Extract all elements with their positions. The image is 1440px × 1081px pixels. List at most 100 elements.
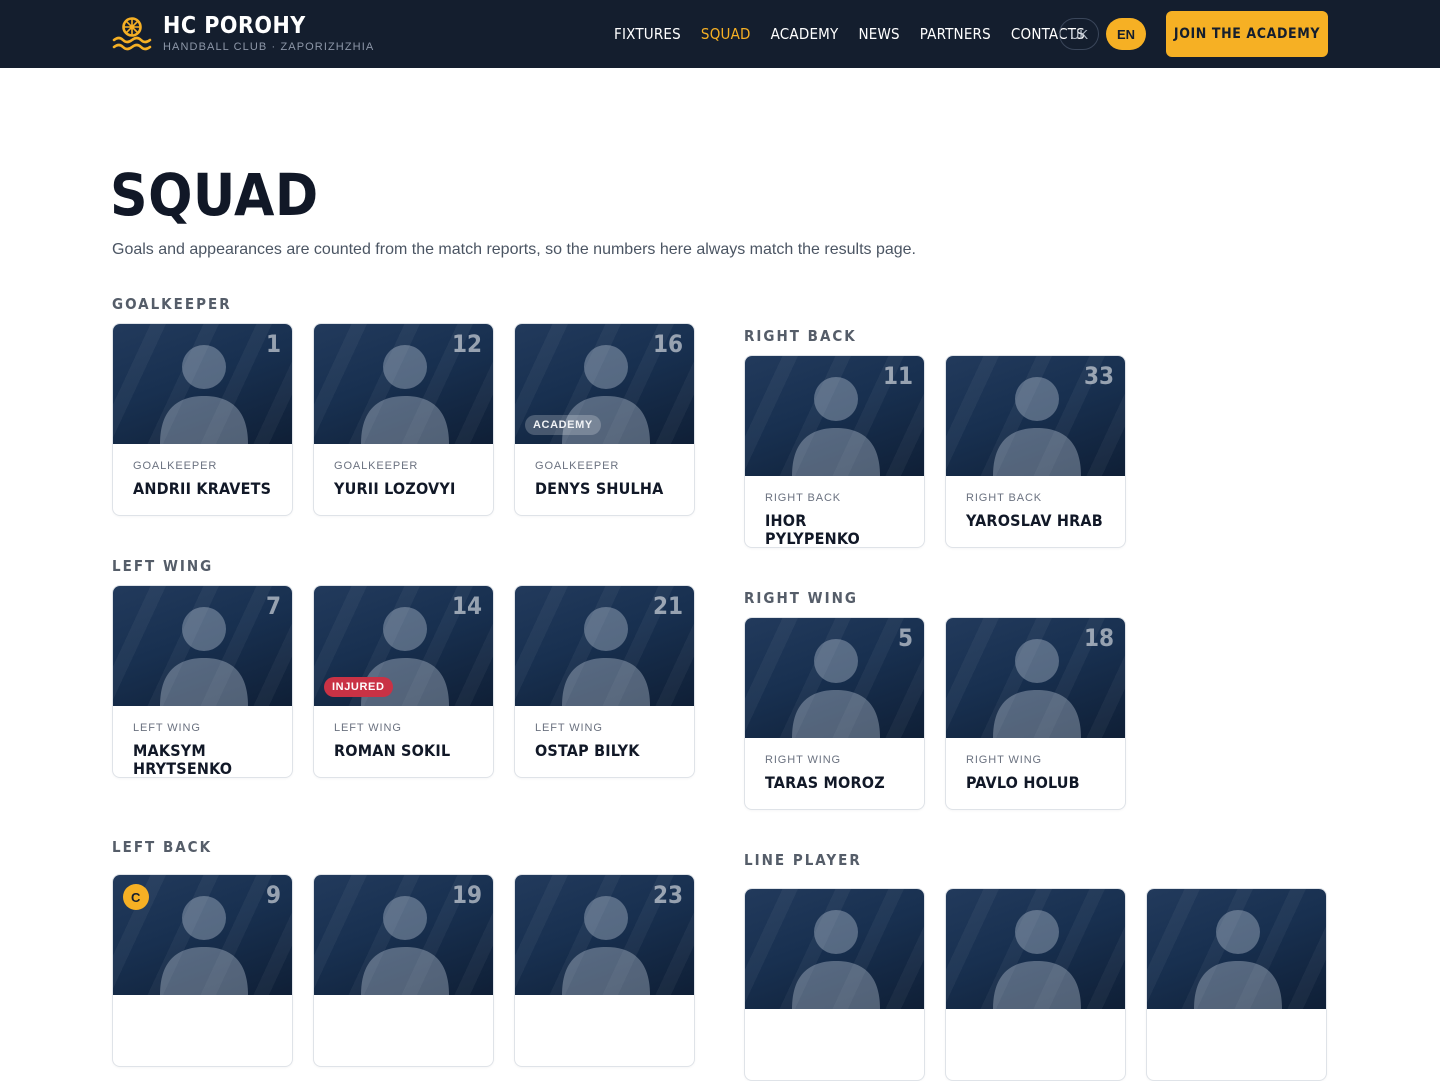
language-en-button[interactable]: EN xyxy=(1106,18,1146,50)
player-info: LEFT WING MAKSYM HRYTSENKO xyxy=(113,706,292,778)
player-number: 33 xyxy=(1083,362,1114,390)
player-silhouette-icon xyxy=(1194,910,1282,1009)
player-position: GOALKEEPER xyxy=(334,460,419,472)
player-photo: 16 ACADEMY xyxy=(515,324,694,444)
player-name: OSTAP BILYK xyxy=(535,741,640,760)
brand[interactable]: HC POROHY HANDBALL CLUB · ZAPORIZHZHIA xyxy=(112,14,374,54)
nav-academy[interactable]: ACADEMY xyxy=(771,25,839,43)
section-title: RIGHT WING xyxy=(744,589,858,607)
brand-subtitle: HANDBALL CLUB · ZAPORIZHZHIA xyxy=(163,41,375,53)
player-photo: 14 INJURED xyxy=(314,586,493,706)
player-card[interactable]: 14 INJURED LEFT WING ROMAN SOKIL xyxy=(313,585,494,778)
captain-badge: C xyxy=(123,884,149,910)
player-photo: 33 xyxy=(946,356,1125,476)
player-card[interactable]: 5 RIGHT WING TARAS MOROZ xyxy=(744,617,925,810)
player-cards: 1 GOALKEEPER ANDRII KRAVETS 12 GOALKEEPER YUR… xyxy=(112,323,715,516)
player-info xyxy=(314,995,493,1011)
section-line-player: LINE PLAYER xyxy=(744,851,1327,1081)
player-silhouette-icon xyxy=(993,377,1081,476)
player-number: 16 xyxy=(652,330,683,358)
player-number: 18 xyxy=(1083,624,1114,652)
player-card[interactable] xyxy=(945,888,1126,1081)
player-position: RIGHT BACK xyxy=(966,492,1043,504)
player-position: LEFT WING xyxy=(334,722,402,734)
nav-fixtures[interactable]: FIXTURES xyxy=(614,25,681,43)
player-card[interactable]: 33 RIGHT BACK YAROSLAV HRAB xyxy=(945,355,1126,548)
player-photo: 18 xyxy=(946,618,1125,738)
player-cards: 11 RIGHT BACK IHOR PYLYPENKO 33 RIGHT BACK YA… xyxy=(744,355,1146,548)
player-card[interactable]: 12 GOALKEEPER YURII LOZOVYI xyxy=(313,323,494,516)
player-photo: 19 xyxy=(314,875,493,995)
player-info: RIGHT WING PAVLO HOLUB xyxy=(946,738,1125,792)
injured-badge: INJURED xyxy=(324,677,393,697)
player-position: GOALKEEPER xyxy=(133,460,218,472)
site-header: HC POROHY HANDBALL CLUB · ZAPORIZHZHIA F… xyxy=(0,0,1440,68)
player-info xyxy=(515,995,694,1011)
nav-squad[interactable]: SQUAD xyxy=(701,25,751,43)
player-photo: 9C xyxy=(113,875,292,995)
player-photo: 1 xyxy=(113,324,292,444)
player-card[interactable] xyxy=(744,888,925,1081)
player-card[interactable]: 11 RIGHT BACK IHOR PYLYPENKO xyxy=(744,355,925,548)
player-name: IHOR PYLYPENKO xyxy=(765,511,860,548)
player-number: 7 xyxy=(265,592,281,620)
player-card[interactable]: 7 LEFT WING MAKSYM HRYTSENKO xyxy=(112,585,293,778)
player-info: RIGHT WING TARAS MOROZ xyxy=(745,738,924,792)
player-photo: 21 xyxy=(515,586,694,706)
player-name: PAVLO HOLUB xyxy=(966,773,1080,792)
player-card[interactable]: 19 xyxy=(313,874,494,1067)
language-uk-button[interactable]: UK xyxy=(1059,18,1099,50)
nav-partners[interactable]: PARTNERS xyxy=(920,25,991,43)
player-card[interactable]: 9C xyxy=(112,874,293,1067)
player-silhouette-icon xyxy=(792,910,880,1009)
player-silhouette-icon xyxy=(361,896,449,995)
section-title: RIGHT BACK xyxy=(744,327,857,345)
player-number: 9 xyxy=(265,881,281,909)
player-card[interactable]: 16 ACADEMY GOALKEEPER DENYS SHULHA xyxy=(514,323,695,516)
player-silhouette-icon xyxy=(562,896,650,995)
player-photo: 11 xyxy=(745,356,924,476)
player-photo xyxy=(1147,889,1326,1009)
player-info xyxy=(946,1009,1125,1025)
nav-news[interactable]: NEWS xyxy=(858,25,899,43)
player-photo: 7 xyxy=(113,586,292,706)
player-number: 12 xyxy=(451,330,482,358)
brand-name: HC POROHY xyxy=(163,13,306,39)
player-card[interactable]: 21 LEFT WING OSTAP BILYK xyxy=(514,585,695,778)
section-title: LEFT WING xyxy=(112,557,214,575)
section-right-back: RIGHT BACK 11 RIGHT BACK IHOR PYLYPENKO 33 R… xyxy=(744,327,1126,548)
player-name: ANDRII KRAVETS xyxy=(133,479,272,498)
player-photo: 23 xyxy=(515,875,694,995)
player-position: RIGHT WING xyxy=(966,754,1043,766)
player-silhouette-icon xyxy=(160,607,248,706)
player-info: RIGHT BACK IHOR PYLYPENKO xyxy=(745,476,924,548)
player-card[interactable]: 18 RIGHT WING PAVLO HOLUB xyxy=(945,617,1126,810)
player-position: RIGHT BACK xyxy=(765,492,842,504)
player-info xyxy=(1147,1009,1326,1025)
player-photo xyxy=(745,889,924,1009)
player-info: GOALKEEPER ANDRII KRAVETS xyxy=(113,444,292,498)
player-card[interactable]: 23 xyxy=(514,874,695,1067)
player-card[interactable] xyxy=(1146,888,1327,1081)
section-title: LINE PLAYER xyxy=(744,851,862,869)
player-number: 11 xyxy=(882,362,913,390)
player-silhouette-icon xyxy=(562,607,650,706)
section-title: LEFT BACK xyxy=(112,838,213,856)
player-number: 21 xyxy=(652,592,683,620)
player-cards: 5 RIGHT WING TARAS MOROZ 18 RIGHT WING PAVLO … xyxy=(744,617,1146,810)
player-position: LEFT WING xyxy=(535,722,603,734)
player-photo: 5 xyxy=(745,618,924,738)
player-silhouette-icon xyxy=(361,345,449,444)
player-cards: 7 LEFT WING MAKSYM HRYTSENKO 14 INJURED LEFT … xyxy=(112,585,715,778)
player-card[interactable]: 1 GOALKEEPER ANDRII KRAVETS xyxy=(112,323,293,516)
player-silhouette-icon xyxy=(160,345,248,444)
player-position: RIGHT WING xyxy=(765,754,842,766)
player-position: GOALKEEPER xyxy=(535,460,620,472)
join-academy-button[interactable]: JOIN THE ACADEMY xyxy=(1166,11,1328,57)
player-name: MAKSYM HRYTSENKO xyxy=(133,741,233,778)
player-number: 23 xyxy=(652,881,683,909)
page-title: SQUAD xyxy=(110,161,319,229)
section-left-wing: LEFT WING 7 LEFT WING MAKSYM HRYTSENKO 14 IN… xyxy=(112,557,695,778)
section-left-back: LEFT BACK 9 C 19 23 xyxy=(112,838,695,1067)
section-goalkeeper: GOALKEEPER 1 GOALKEEPER ANDRII KRAVETS 12 GO… xyxy=(112,295,695,516)
